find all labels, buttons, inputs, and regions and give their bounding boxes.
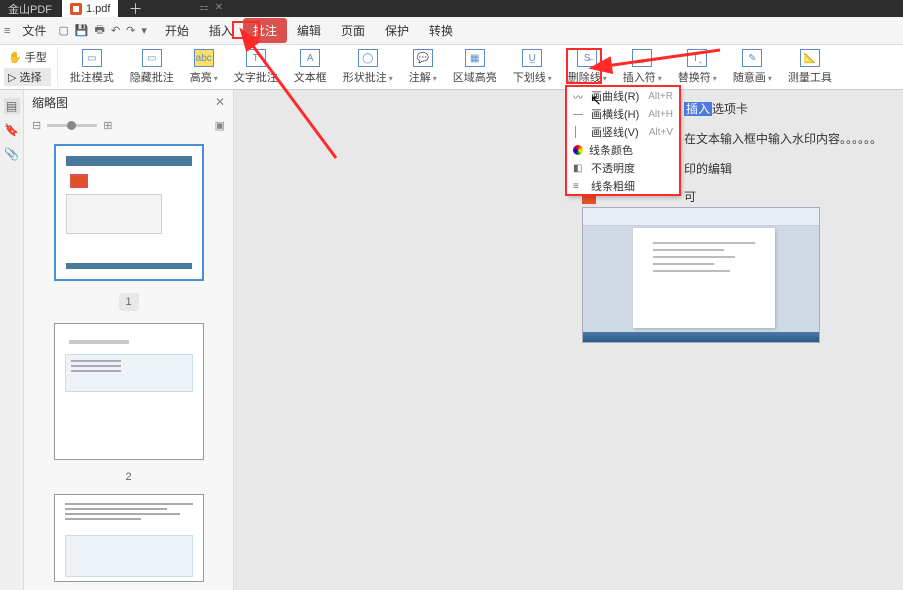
tool-textbox[interactable]: A文本框 — [286, 47, 335, 87]
color-wheel-icon — [573, 145, 583, 155]
tab-pin-icon[interactable]: ⚏ — [200, 2, 209, 13]
thumbnails-panel: 缩略图 ✕ ⊟ ⊞ ▣ 1 2 — [24, 90, 234, 590]
strikethrough-icon: S̶ — [577, 49, 597, 67]
text-annotate-icon: T — [246, 49, 266, 67]
annotate-mode-icon: ▭ — [82, 49, 102, 67]
menu-protect[interactable]: 保护 — [375, 18, 419, 43]
zoom-out-icon[interactable]: ⊟ — [32, 119, 41, 132]
dd-curve[interactable]: 〰画曲线(R)Alt+R — [567, 87, 679, 105]
tool-freedraw[interactable]: ✎随意画 — [725, 47, 780, 87]
tool-shape-annotate[interactable]: ◯形状批注 — [335, 47, 401, 87]
tab-title: 1.pdf — [86, 3, 110, 15]
file-menu[interactable]: 文件 — [16, 22, 52, 39]
opacity-icon: ◧ — [573, 163, 585, 174]
mouse-cursor-icon: ↖ — [590, 92, 602, 109]
page-number-1: 1 — [119, 293, 139, 311]
menu-edit[interactable]: 编辑 — [287, 18, 331, 43]
tool-hide-annotate[interactable]: ▭隐藏批注 — [122, 47, 182, 87]
page-number-2: 2 — [122, 468, 134, 486]
dd-weight[interactable]: ≡线条粗细 — [567, 177, 679, 195]
thumbnails-rail-icon[interactable]: ▤ — [4, 98, 20, 114]
menu-convert[interactable]: 转换 — [419, 18, 463, 43]
tool-underline[interactable]: U̲下划线 — [505, 47, 560, 87]
freedraw-icon: ✎ — [742, 49, 762, 67]
underline-icon: U̲ — [522, 49, 542, 67]
thumbnail-page-3[interactable] — [54, 494, 204, 582]
vline-icon: │ — [573, 127, 585, 138]
menu-annotate[interactable]: 批注 — [243, 18, 287, 43]
note-icon: 💬 — [413, 49, 433, 67]
open-icon[interactable]: ▢ — [58, 24, 68, 37]
cursor-icon: ▷ — [8, 71, 16, 84]
page-text-2: 在文本输入框中输入水印内容。。。。。。 — [684, 130, 882, 147]
quick-access: ≡ 文件 ▢ 💾 🖶 ↶ ↷ ▾ — [4, 21, 155, 40]
tool-note[interactable]: 💬注解 — [401, 47, 445, 87]
hand-icon: ✋ — [8, 51, 22, 64]
page-text-4: 可 — [684, 188, 696, 205]
tab-close-icon[interactable]: ✕ — [215, 2, 223, 13]
dd-opacity[interactable]: ◧不透明度 — [567, 159, 679, 177]
menubar: ≡ 文件 ▢ 💾 🖶 ↶ ↷ ▾ 开始 插入 批注 编辑 页面 保护 转换 — [0, 17, 903, 45]
measure-icon: 📐 — [800, 49, 820, 67]
close-panel-icon[interactable]: ✕ — [215, 95, 225, 109]
dd-color[interactable]: 线条颜色 — [567, 141, 679, 159]
lineweight-icon: ≡ — [573, 181, 585, 192]
cursor-mode-group: ✋手型 ▷选择 — [4, 47, 58, 87]
zoom-in-icon[interactable]: ⊞ — [103, 119, 112, 132]
app-name: 金山PDF — [0, 1, 60, 17]
tool-highlight[interactable]: abc高亮 — [182, 47, 226, 87]
menu-page[interactable]: 页面 — [331, 18, 375, 43]
hline-icon: — — [573, 109, 585, 120]
titlebar: 金山PDF 1.pdf ⚏ ✕ ＋ — [0, 0, 903, 17]
highlight-icon: abc — [194, 49, 214, 67]
thumbnails-header: 缩略图 ✕ — [24, 90, 233, 114]
left-rail: ▤ 🔖 📎 — [0, 90, 24, 590]
area-highlight-icon: ▦ — [465, 49, 485, 67]
tool-strikethrough[interactable]: S̶删除线 — [560, 47, 615, 87]
tool-caret[interactable]: ‸插入符 — [615, 47, 670, 87]
new-tab-button[interactable]: ＋ — [128, 0, 142, 19]
hand-tool[interactable]: ✋手型 — [4, 48, 51, 66]
redo-icon[interactable]: ↷ — [126, 24, 135, 37]
curve-icon: 〰 — [573, 89, 585, 104]
freedraw-dropdown: 〰画曲线(R)Alt+R —画横线(H)Alt+H │画竖线(V)Alt+V 线… — [566, 86, 680, 196]
menu-insert[interactable]: 插入 — [199, 18, 243, 43]
tool-annotate-mode[interactable]: ▭批注模式 — [62, 47, 122, 87]
thumbnails-tools: ⊟ ⊞ ▣ — [24, 114, 233, 136]
menu-tabs: 开始 插入 批注 编辑 页面 保护 转换 — [155, 18, 463, 43]
bookmarks-rail-icon[interactable]: 🔖 — [4, 122, 20, 138]
pdf-icon — [70, 3, 82, 15]
thumbnails-list: 1 2 — [24, 136, 233, 590]
dropdown-icon[interactable]: ▾ — [141, 24, 147, 37]
thumbnails-title: 缩略图 — [32, 94, 68, 111]
thumb-zoom-slider[interactable] — [47, 124, 97, 127]
ribbon-toolbar: ✋手型 ▷选择 ▭批注模式 ▭隐藏批注 abc高亮 T文字批注 A文本框 ◯形状… — [0, 45, 903, 90]
tool-text-annotate[interactable]: T文字批注 — [226, 47, 286, 87]
thumbnail-page-2[interactable] — [54, 323, 204, 460]
shape-icon: ◯ — [358, 49, 378, 67]
embedded-screenshot — [582, 207, 820, 343]
document-tab[interactable]: 1.pdf — [62, 0, 118, 17]
dd-hline[interactable]: —画横线(H)Alt+H — [567, 105, 679, 123]
print-icon[interactable]: 🖶 — [95, 21, 105, 40]
page-text-3: 印的编辑 — [684, 160, 732, 177]
replace-icon: T‸ — [687, 49, 707, 67]
tool-area-highlight[interactable]: ▦区域高亮 — [445, 47, 505, 87]
tool-measure[interactable]: 📐测量工具 — [780, 47, 840, 87]
textbox-icon: A — [300, 49, 320, 67]
hide-annotate-icon: ▭ — [142, 49, 162, 67]
tab-controls: ⚏ ✕ — [200, 2, 223, 13]
caret-icon: ‸ — [632, 49, 652, 67]
thumb-options-icon[interactable]: ▣ — [215, 119, 225, 132]
menu-start[interactable]: 开始 — [155, 18, 199, 43]
select-tool[interactable]: ▷选择 — [4, 68, 51, 86]
menu-hamburger-icon[interactable]: ≡ — [4, 25, 10, 37]
undo-icon[interactable]: ↶ — [111, 24, 120, 37]
thumbnail-page-1[interactable] — [54, 144, 204, 281]
page-text-1: 插入选项卡 — [684, 100, 748, 117]
dd-vline[interactable]: │画竖线(V)Alt+V — [567, 123, 679, 141]
attachments-rail-icon[interactable]: 📎 — [4, 146, 20, 162]
tool-replace[interactable]: T‸替换符 — [670, 47, 725, 87]
save-icon[interactable]: 💾 — [75, 24, 89, 37]
